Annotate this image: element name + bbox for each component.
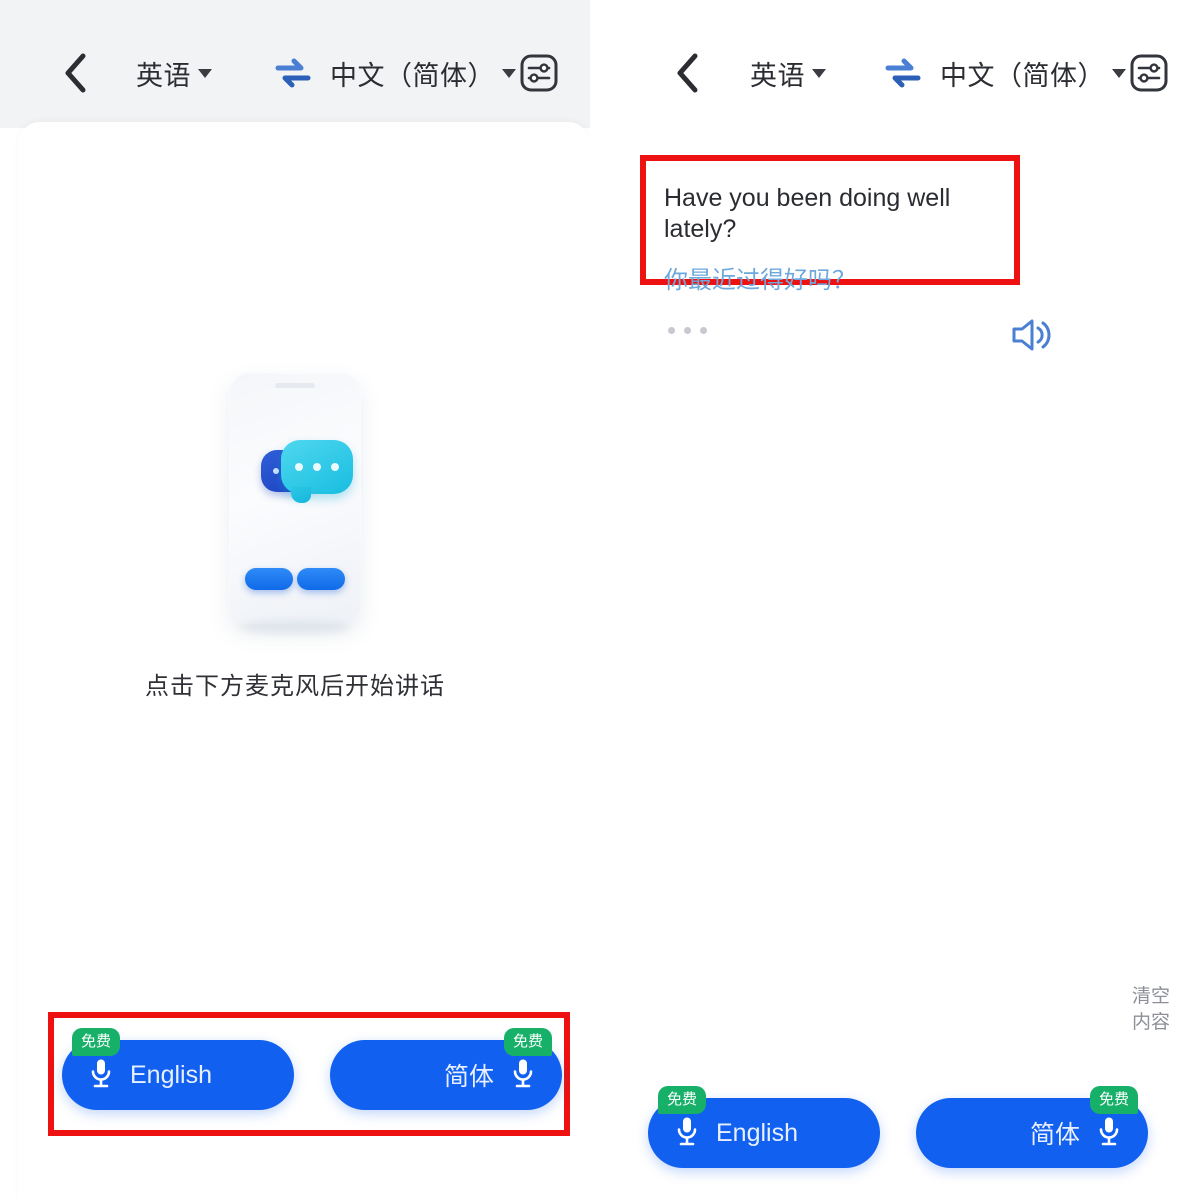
source-language-label: 英语 — [750, 60, 805, 91]
illustration-button-left — [245, 568, 293, 590]
target-mic-label: 简体 — [443, 1063, 494, 1091]
free-badge: 免费 — [1089, 1086, 1138, 1114]
caret-down-icon — [198, 68, 212, 78]
swap-horizontal-icon[interactable] — [884, 56, 922, 90]
left-screen-panel: 英语 中文（简体） 点击下方麦克风后开始讲话 免费 English 免费 简体 — [0, 0, 590, 1200]
speaker-volume-icon[interactable] — [1008, 315, 1052, 360]
clear-content-button[interactable]: 清空 内容 — [1132, 984, 1170, 1035]
free-badge: 免费 — [658, 1086, 707, 1114]
free-badge: 免费 — [72, 1028, 121, 1056]
right-screen-panel: 英语 中文（简体） Have you been doing well latel… — [612, 0, 1200, 1200]
translation-card-actions — [660, 315, 1052, 359]
caret-down-icon — [1112, 68, 1126, 78]
target-mic-button[interactable]: 免费 简体 — [330, 1028, 562, 1110]
empty-state-caption: 点击下方麦克风后开始讲话 — [145, 673, 445, 700]
right-mic-bar: 免费 English 免费 简体 — [648, 1086, 1148, 1168]
microphone-icon — [1096, 1115, 1122, 1152]
target-language-selector[interactable]: 中文（简体） — [940, 54, 1126, 93]
free-badge: 免费 — [503, 1028, 552, 1056]
target-language-selector[interactable]: 中文（简体） — [330, 54, 516, 93]
translation-card-highlight-box: Have you been doing well lately? 你最近过得好吗… — [640, 155, 1020, 294]
translation-source-text: Have you been doing well lately? — [664, 184, 951, 244]
back-chevron-icon[interactable] — [52, 50, 98, 96]
left-mic-bar: 免费 English 免费 简体 — [62, 1028, 562, 1110]
microphone-icon — [88, 1057, 114, 1094]
source-language-label: 英语 — [136, 60, 191, 91]
microphone-icon — [510, 1057, 536, 1094]
source-mic-button[interactable]: 免费 English — [62, 1028, 294, 1110]
caret-down-icon — [812, 68, 826, 78]
translation-card[interactable]: Have you been doing well lately? 你最近过得好吗… — [646, 161, 1014, 294]
phone-with-chat-bubbles-illustration — [229, 372, 361, 634]
right-navigation-bar: 英语 中文（简体） — [612, 42, 1200, 104]
translation-target-text: 你最近过得好吗？ — [664, 266, 856, 294]
source-language-selector[interactable]: 英语 — [136, 54, 212, 93]
clear-content-line-2: 内容 — [1131, 1011, 1170, 1033]
source-mic-label: English — [716, 1118, 798, 1147]
caret-down-icon — [502, 68, 516, 78]
screenshot-stage: 英语 中文（简体） 点击下方麦克风后开始讲话 免费 English 免费 简体 … — [0, 0, 1200, 1200]
empty-state-block: 点击下方麦克风后开始讲话 — [0, 372, 590, 701]
sliders-settings-icon[interactable] — [1128, 52, 1170, 94]
target-mic-button[interactable]: 免费 简体 — [916, 1086, 1148, 1168]
phone-notch — [275, 383, 315, 388]
source-mic-button[interactable]: 免费 English — [648, 1086, 880, 1168]
microphone-icon — [674, 1115, 700, 1152]
left-navigation-bar: 英语 中文（简体） — [0, 42, 590, 104]
chat-bubble-cyan-icon — [281, 440, 353, 503]
target-mic-label: 简体 — [1029, 1121, 1080, 1149]
sliders-settings-icon[interactable] — [518, 52, 560, 94]
source-language-selector[interactable]: 英语 — [750, 54, 826, 93]
more-dots-icon[interactable] — [668, 327, 707, 334]
phone-drop-shadow — [241, 620, 349, 634]
illustration-button-right — [297, 568, 345, 590]
target-language-label: 中文（简体） — [940, 60, 1105, 91]
swap-horizontal-icon[interactable] — [274, 56, 312, 90]
target-language-label: 中文（简体） — [330, 60, 495, 91]
clear-content-line-1: 清空 — [1131, 986, 1170, 1007]
source-mic-label: English — [130, 1060, 212, 1089]
phone-body-shape — [229, 372, 361, 624]
back-chevron-icon[interactable] — [664, 50, 710, 96]
